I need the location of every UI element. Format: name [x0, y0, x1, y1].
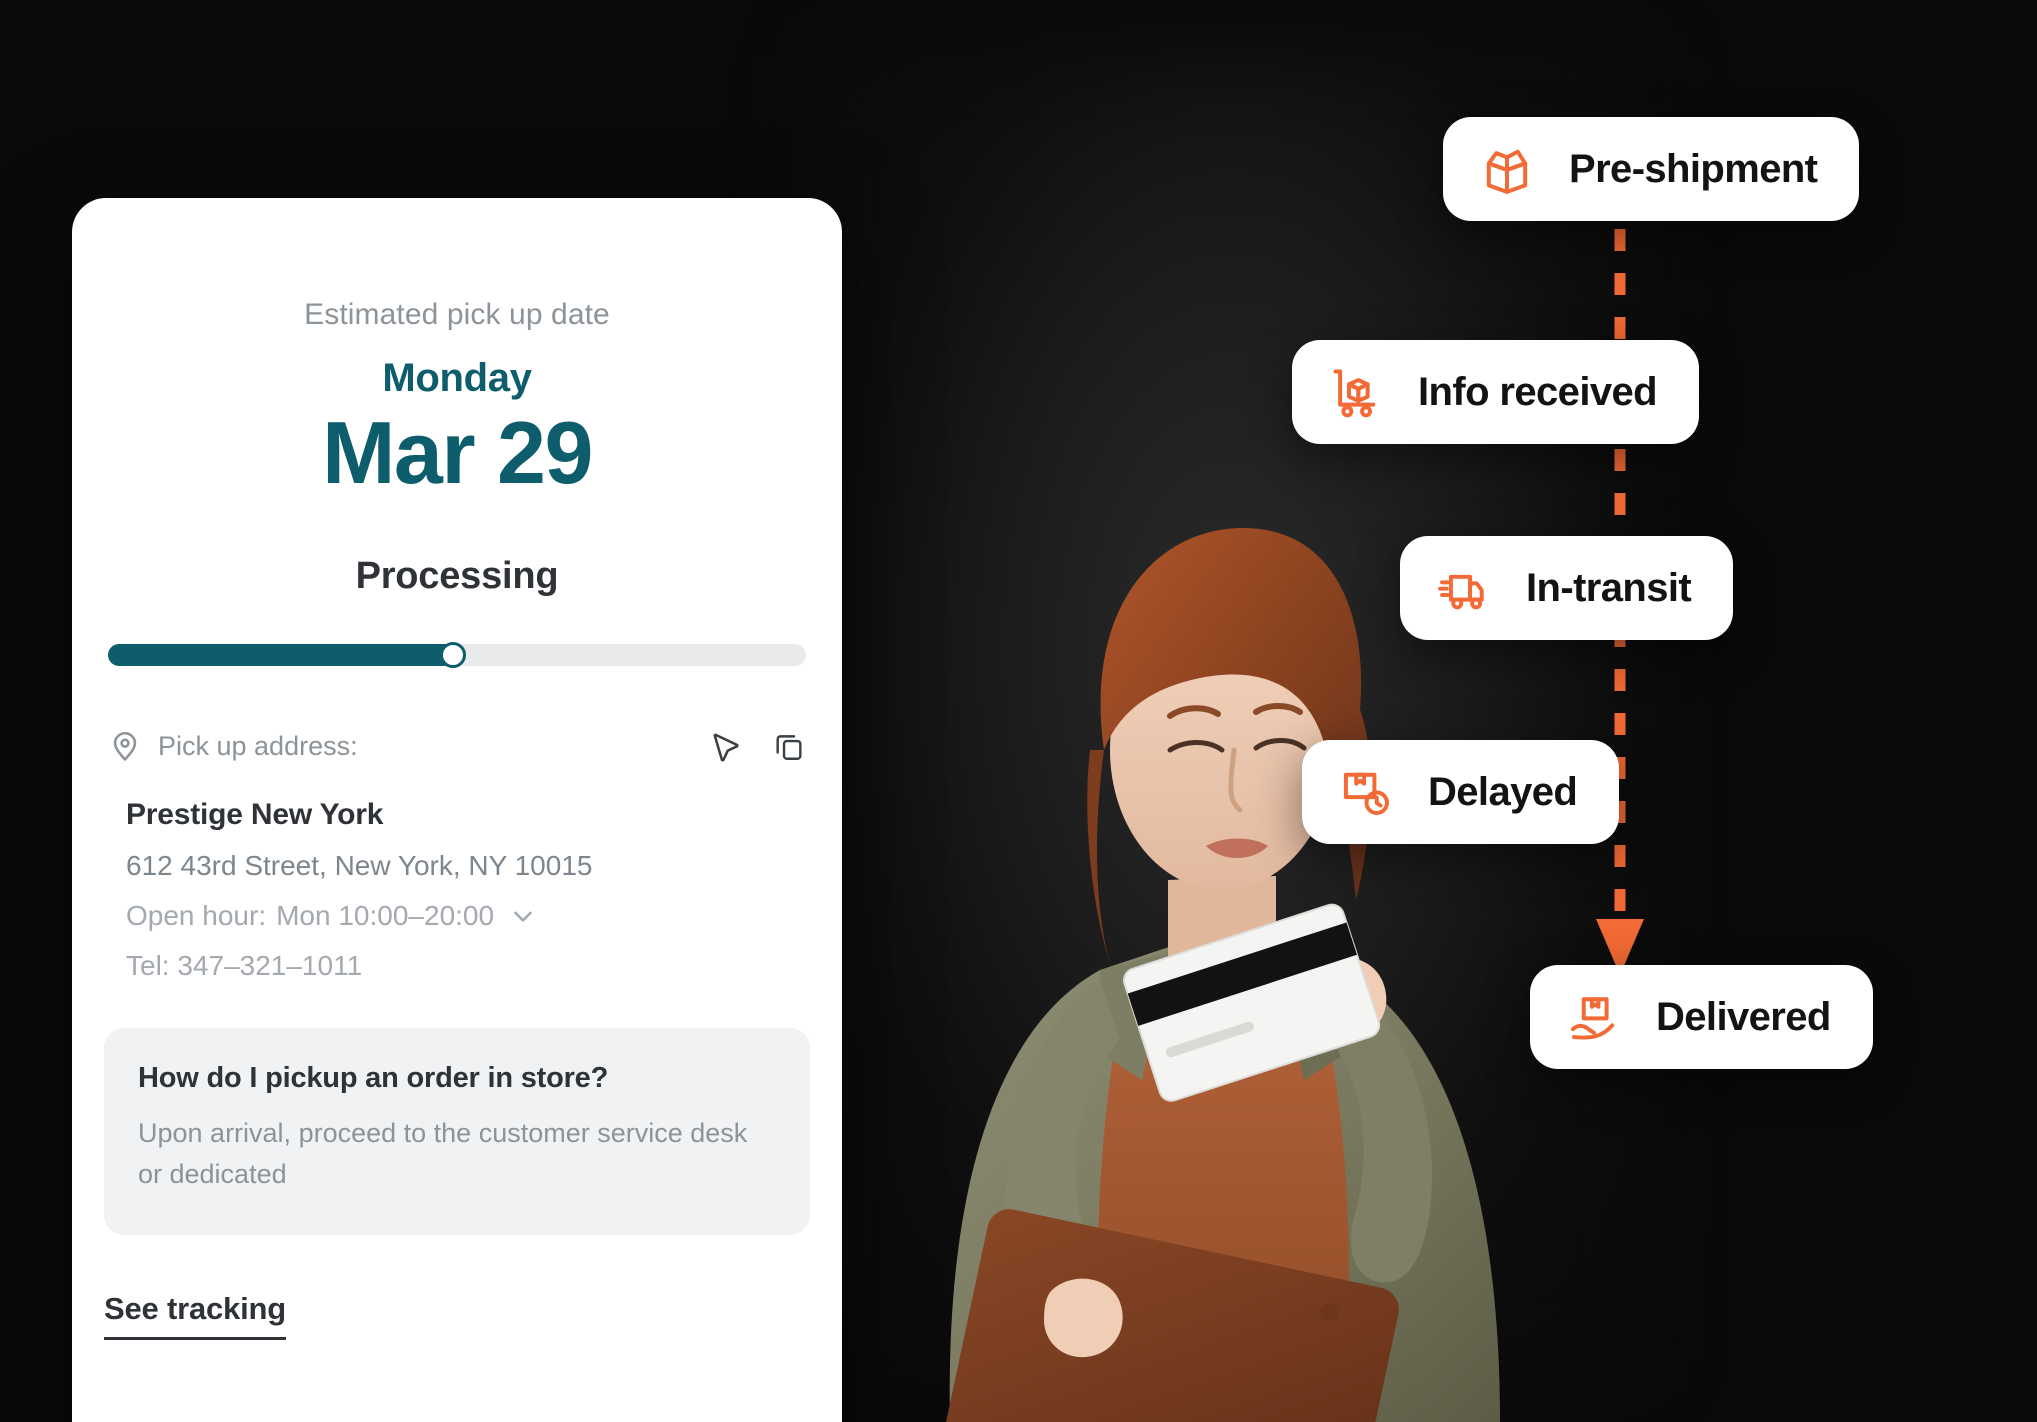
store-street: 612 43rd Street, New York, NY 10015 — [126, 850, 593, 881]
tracking-step-delayed[interactable]: Delayed — [1302, 740, 1620, 844]
address-actions — [708, 728, 806, 764]
tracking-step-in-transit[interactable]: In-transit — [1400, 536, 1734, 640]
store-open-hours[interactable]: Open hour: Mon 10:00–20:00 — [126, 900, 806, 932]
progress-knob[interactable] — [440, 642, 466, 668]
tracking-step-label: Pre-shipment — [1569, 146, 1818, 191]
tracking-step-pre-shipment[interactable]: Pre-shipment — [1443, 117, 1860, 221]
tracking-step-label: Info received — [1418, 369, 1658, 414]
store-name: Prestige New York — [126, 798, 384, 831]
navigate-icon[interactable] — [708, 728, 744, 764]
see-tracking-row: See tracking — [72, 1291, 842, 1341]
see-tracking-link[interactable]: See tracking — [104, 1291, 286, 1341]
tracking-step-label: In-transit — [1526, 565, 1692, 610]
pickup-address-label: Pick up address: — [158, 730, 358, 761]
chevron-down-icon[interactable] — [508, 901, 538, 931]
progress-fill — [108, 644, 457, 666]
delivery-truck-icon — [1436, 560, 1492, 616]
order-status-title: Processing — [355, 555, 559, 597]
copy-icon[interactable] — [772, 729, 806, 763]
open-hour-value: Mon 10:00–20:00 — [276, 900, 495, 931]
tracking-step-info-received[interactable]: Info received — [1292, 340, 1699, 444]
open-hour-label: Open hour: — [126, 900, 267, 931]
pickup-address-body: Prestige New York 612 43rd Street, New Y… — [126, 798, 806, 982]
pickup-address-header: Pick up address: — [108, 728, 806, 764]
box-clock-icon — [1338, 764, 1394, 820]
hand-truck-icon — [1328, 364, 1384, 420]
app-stage: Estimated pick up date Monday Mar 29 Pro… — [0, 0, 2037, 1422]
faq-panel[interactable]: How do I pickup an order in store? Upon … — [104, 1028, 810, 1236]
tracking-step-label: Delayed — [1428, 769, 1578, 814]
pickup-tracking-card: Estimated pick up date Monday Mar 29 Pro… — [72, 198, 842, 1422]
location-pin-icon — [108, 729, 142, 763]
faq-question: How do I pickup an order in store? — [138, 1062, 609, 1094]
order-progress-bar[interactable] — [108, 642, 806, 668]
background-glow — [820, 60, 1640, 1360]
store-telephone: Tel: 347–321–1011 — [126, 950, 363, 981]
pickup-day: Monday — [382, 356, 532, 400]
hand-package-icon — [1566, 989, 1622, 1045]
tracking-step-delivered[interactable]: Delivered — [1530, 965, 1873, 1069]
estimated-pickup-label: Estimated pick up date — [304, 298, 610, 331]
tracking-step-label: Delivered — [1656, 994, 1831, 1039]
pickup-date: Mar 29 — [322, 403, 593, 502]
faq-answer: Upon arrival, proceed to the customer se… — [138, 1118, 748, 1190]
open-box-icon — [1479, 141, 1535, 197]
